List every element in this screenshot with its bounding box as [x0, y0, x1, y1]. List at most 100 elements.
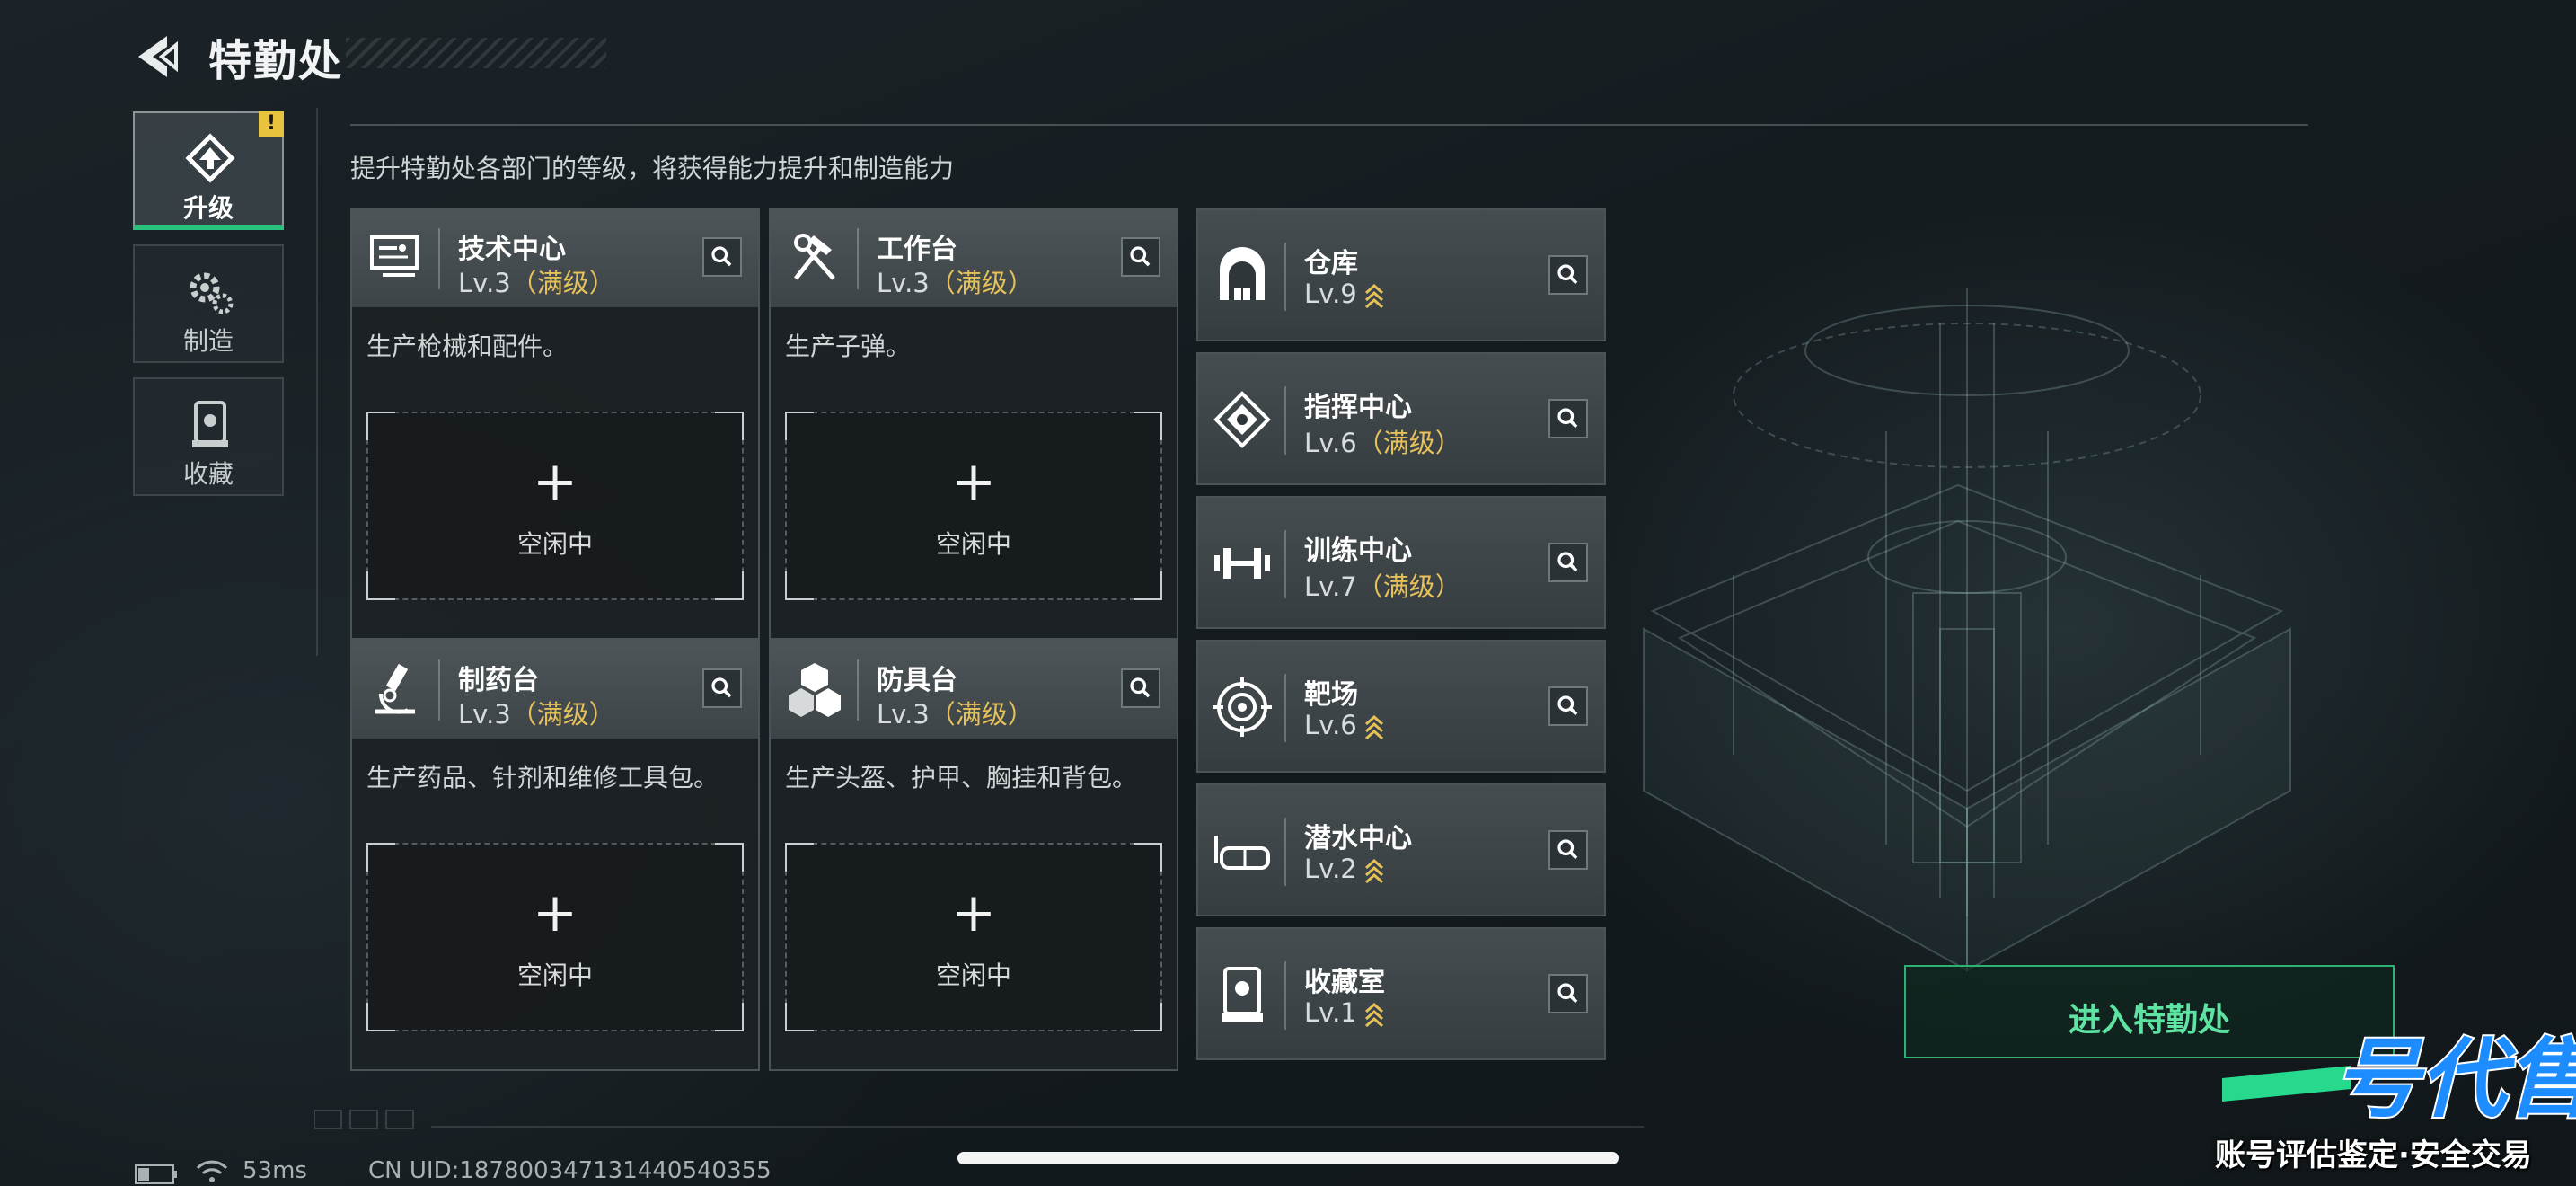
department-name: 工作台: [877, 234, 957, 265]
facility-divider: [1284, 386, 1286, 455]
game-screen: 特勤处 升级 ! 制造 收藏 提升特勤处各部门的等级，将获得能力提升和制造能力: [0, 0, 2576, 1186]
watermark-logo: 号代售: [2222, 1027, 2576, 1131]
slot-corner: [1134, 571, 1162, 600]
card-divider: [857, 659, 859, 721]
inspect-button[interactable]: [1121, 237, 1160, 277]
card-header: 制药台 Lv.3（满级）: [352, 642, 758, 739]
facility-divider: [1284, 961, 1286, 1030]
facility-name: 指挥中心: [1304, 392, 1412, 423]
upgrade-available-icon: [1364, 714, 1383, 740]
facility-name: 训练中心: [1304, 535, 1412, 567]
tab-collection[interactable]: 收藏: [133, 377, 284, 496]
department-level: Lv.3（满级）: [458, 262, 615, 300]
slot-corner: [785, 843, 814, 872]
production-slot[interactable]: + 空闲中: [785, 843, 1162, 1031]
trophy-case-icon: [192, 401, 228, 447]
tab-craft[interactable]: 制造: [133, 244, 284, 363]
facility-divider: [1284, 674, 1286, 742]
level-value: Lv.6: [1304, 710, 1357, 740]
card-divider: [438, 228, 440, 289]
level-value: Lv.2: [1304, 854, 1357, 884]
department-name: 制药台: [458, 665, 539, 696]
facility-command-center[interactable]: 指挥中心 Lv.6（满级）: [1196, 352, 1606, 485]
slot-corner: [1134, 412, 1162, 440]
decorative-strip: [314, 1110, 1644, 1129]
level-value: Lv.3: [877, 699, 930, 730]
department-card-pharmacy[interactable]: 制药台 Lv.3（满级） 生产药品、针剂和维修工具包。 + 空闲中: [350, 640, 760, 1071]
inspect-button[interactable]: [1548, 686, 1588, 726]
max-level-tag: （满级）: [929, 699, 1034, 730]
dumbbell-icon: [1214, 548, 1270, 579]
production-slot[interactable]: + 空闲中: [366, 843, 744, 1031]
max-level-tag: （满级）: [510, 699, 615, 730]
tab-upgrade[interactable]: 升级 !: [133, 111, 284, 230]
slot-corner: [715, 571, 744, 600]
diving-mask-icon: [1214, 836, 1270, 870]
facility-level: Lv.2: [1304, 854, 1384, 884]
slot-corner: [1134, 1003, 1162, 1031]
inspect-button[interactable]: [1548, 830, 1588, 870]
facility-level: Lv.1: [1304, 997, 1384, 1028]
level-value: Lv.3: [877, 268, 930, 298]
microscope-icon: [375, 663, 415, 714]
header-divider: [350, 124, 2308, 126]
add-production-icon: +: [532, 881, 578, 944]
production-slot[interactable]: + 空闲中: [366, 412, 744, 600]
department-name: 防具台: [877, 665, 957, 696]
slot-corner: [715, 843, 744, 872]
inspect-button[interactable]: [1548, 255, 1588, 295]
chip-icon: [1213, 391, 1271, 448]
upgrade-available-icon: [1364, 283, 1383, 309]
card-header: 技术中心 Lv.3（满级）: [352, 210, 758, 307]
facility-divider: [1284, 243, 1286, 311]
back-arrow-icon[interactable]: [135, 34, 180, 79]
facility-level: Lv.9: [1304, 279, 1384, 309]
level-value: Lv.1: [1304, 997, 1357, 1028]
card-header: 防具台 Lv.3（满级）: [771, 642, 1177, 739]
inspect-button[interactable]: [1121, 668, 1160, 708]
facility-diving-center[interactable]: 潜水中心 Lv.2: [1196, 783, 1606, 916]
slot-status: 空闲中: [516, 960, 593, 990]
inspect-button[interactable]: [1548, 543, 1588, 582]
production-slot[interactable]: + 空闲中: [785, 412, 1162, 600]
slot-corner: [366, 571, 395, 600]
department-description: 生产枪械和配件。: [366, 332, 569, 361]
tab-craft-label: 制造: [182, 326, 234, 356]
facility-training-center[interactable]: 训练中心 Lv.7（满级）: [1196, 496, 1606, 629]
card-header: 工作台 Lv.3（满级）: [771, 210, 1177, 307]
slot-corner: [366, 412, 395, 440]
facility-name: 收藏室: [1304, 967, 1385, 998]
slot-corner: [715, 1003, 744, 1031]
upgrade-description: 提升特勤处各部门的等级，将获得能力提升和制造能力: [350, 154, 955, 183]
slot-status: 空闲中: [935, 529, 1011, 559]
slot-status: 空闲中: [935, 960, 1011, 990]
department-card-tech-center[interactable]: 技术中心 Lv.3（满级） 生产枪械和配件。 + 空闲中: [350, 208, 760, 640]
inspect-button[interactable]: [1548, 974, 1588, 1013]
inspect-button[interactable]: [1548, 399, 1588, 438]
slot-corner: [715, 412, 744, 440]
watermark-slogan: 账号评估鉴定·安全交易: [2215, 1137, 2532, 1173]
department-description: 生产子弹。: [785, 332, 912, 361]
facility-divider: [1284, 818, 1286, 886]
facility-collection-room[interactable]: 收藏室 Lv.1: [1196, 927, 1606, 1060]
facility-name: 潜水中心: [1304, 823, 1412, 854]
department-level: Lv.3（满级）: [877, 262, 1034, 300]
slot-corner: [366, 843, 395, 872]
slot-corner: [785, 1003, 814, 1031]
level-value: Lv.9: [1304, 279, 1357, 309]
department-card-workbench[interactable]: 工作台 Lv.3（满级） 生产子弹。 + 空闲中: [769, 208, 1178, 640]
department-name: 技术中心: [458, 234, 566, 265]
facility-warehouse[interactable]: 仓库 Lv.9: [1196, 208, 1606, 341]
max-level-tag: （满级）: [1356, 428, 1461, 458]
department-card-armor-bench[interactable]: 防具台 Lv.3（满级） 生产头盔、护甲、胸挂和背包。 + 空闲中: [769, 640, 1178, 1071]
target-icon: [1213, 677, 1272, 737]
inspect-button[interactable]: [702, 237, 742, 277]
card-divider: [438, 659, 440, 721]
department-description: 生产头盔、护甲、胸挂和背包。: [785, 763, 1138, 792]
facility-shooting-range[interactable]: 靶场 Lv.6: [1196, 640, 1606, 773]
home-indicator[interactable]: [957, 1152, 1619, 1164]
level-value: Lv.7: [1304, 571, 1357, 602]
page-title: 特勤处: [208, 36, 344, 86]
inspect-button[interactable]: [702, 668, 742, 708]
special-ops-building-illustration: [1643, 288, 2291, 972]
